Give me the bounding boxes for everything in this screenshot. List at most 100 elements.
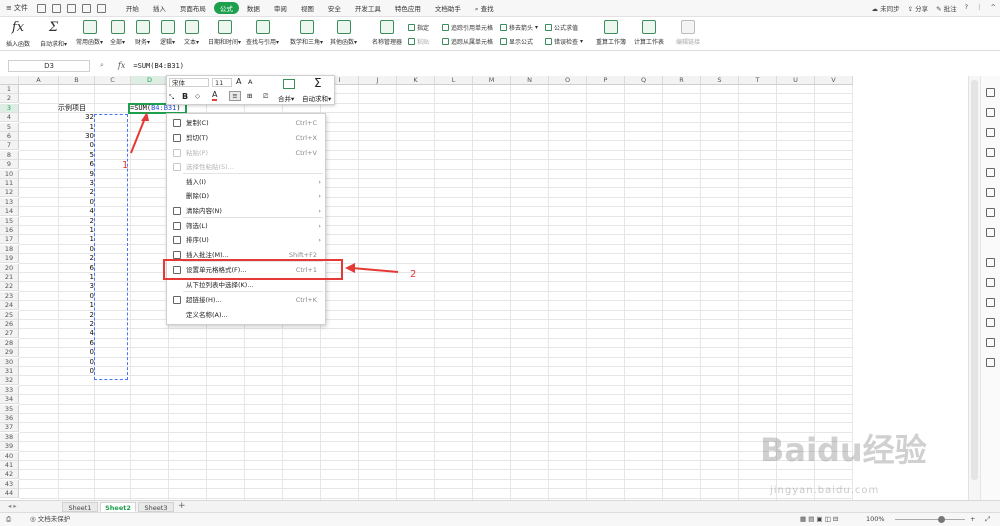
trace-precedents-button[interactable]: 追踪引用单元格 [442,23,493,32]
column-header[interactable]: T [739,76,777,85]
select-tool-icon[interactable] [986,88,995,97]
column-header[interactable]: V [815,76,853,85]
cell-value[interactable]: 1 [58,226,94,235]
cell-value[interactable]: 0 [58,367,94,376]
column-header[interactable]: A [19,76,59,85]
cell-value[interactable]: 3 [58,282,94,291]
menu-item-pick-from-list[interactable]: 从下拉列表中选择(K)... [167,278,325,292]
tab-page-layout[interactable]: 页面布局 [174,2,212,14]
cell-value[interactable]: 9 [58,170,94,179]
menu-item-copy[interactable]: 复制(C) Ctrl+C [167,116,325,130]
column-header[interactable]: S [701,76,739,85]
fullscreen-icon[interactable]: ⤢ [985,513,990,526]
view-mode-icons[interactable]: ▦ ▤ ▣ ◫ ⊟ [800,513,838,526]
row-header[interactable]: 41 [0,461,19,470]
menu-item-hyperlink[interactable]: 超链接(H)... Ctrl+K [167,293,325,307]
vertical-scrollbar[interactable] [968,76,980,500]
mini-autosum-button[interactable]: 自动求和▾ [302,93,331,103]
increase-font-icon[interactable]: A [236,77,241,86]
tab-developer[interactable]: 开发工具 [349,2,387,14]
menu-item-cut[interactable]: 剪切(T) Ctrl+X [167,131,325,145]
status-doc-icon[interactable]: ⎙ [6,513,11,526]
cell-value[interactable]: 32 [58,113,94,122]
cell-value[interactable]: 6 [58,160,94,169]
row-header[interactable]: 16 [0,226,19,235]
row-header[interactable]: 40 [0,451,19,461]
row-header[interactable]: 14 [0,207,19,217]
column-header[interactable]: N [511,76,549,85]
row-header[interactable]: 25 [0,310,19,320]
row-header[interactable]: 4 [0,113,19,123]
zoom-slider[interactable] [895,519,965,520]
specify-button[interactable]: 指定 [408,23,429,32]
cell-header-label[interactable]: 示例项目 [58,104,86,113]
lookup-button[interactable]: 查找与引用▾ [246,20,279,46]
cell-value[interactable]: 1 [58,301,94,310]
datetime-button[interactable]: 日期和时间▾ [208,20,241,46]
formula-eval-button[interactable]: 公式求值 [545,23,578,32]
row-header[interactable]: 37 [0,423,19,433]
tab-data[interactable]: 数据 [241,2,266,14]
shape-icon[interactable] [986,168,995,177]
row-header[interactable]: 13 [0,197,19,207]
align-icon[interactable]: ≡ [229,91,241,101]
cell-value[interactable]: 3 [58,179,94,188]
cell-value[interactable]: 0 [58,358,94,367]
print-icon[interactable] [51,3,61,13]
cell-value[interactable]: 1 [58,123,94,132]
row-header[interactable]: 6 [0,132,19,141]
calc-sheet-button[interactable]: 计算工作表 [634,20,664,46]
row-header[interactable]: 26 [0,320,19,329]
all-functions-button[interactable]: 全部▾ [110,20,125,46]
column-header[interactable]: R [663,76,701,85]
annotate-button[interactable]: ✎ 批注 [936,3,957,13]
row-header[interactable]: 30 [0,357,19,367]
show-formula-button[interactable]: 显示公式 [500,37,533,46]
cell-value[interactable]: 0 [58,141,94,150]
border-icon[interactable]: ⊞ [247,92,252,100]
column-header[interactable]: K [397,76,435,85]
math-button[interactable]: 数学和三角▾ [290,20,323,46]
merge-button[interactable]: 合并▾ [278,93,294,103]
autosum-button[interactable]: Σ 自动求和▾ [40,20,67,48]
fill-color-icon[interactable]: ◇ [195,92,200,100]
other-functions-button[interactable]: 其他函数▾ [330,20,357,46]
row-header[interactable]: 17 [0,235,19,245]
bold-icon[interactable]: B [182,92,188,101]
share-button[interactable]: ⇪ 分享 [908,3,929,13]
table-icon[interactable] [986,148,995,157]
recalc-workbook-button[interactable]: 重算工作簿 [596,20,626,46]
zoom-in-icon[interactable]: + [970,513,975,526]
row-header[interactable]: 29 [0,348,19,358]
help-panel-icon[interactable] [986,358,995,367]
tab-features[interactable]: 特色应用 [389,2,427,14]
row-header[interactable]: 39 [0,442,19,452]
row-header[interactable]: 21 [0,273,19,282]
collapse-icon[interactable]: ^ [991,3,996,13]
row-header[interactable]: 43 [0,479,19,489]
remove-arrows-button[interactable]: 移去箭头 ▾ [500,23,538,32]
font-color-icon[interactable]: A [212,91,218,101]
sync-status[interactable]: ☁ 未同步 [871,3,899,13]
row-header[interactable]: 2 [0,94,19,104]
column-header[interactable]: B [59,76,95,85]
scroll-thumb[interactable] [971,80,978,480]
row-header[interactable]: 9 [0,160,19,170]
cell-value[interactable]: 2 [58,254,94,263]
grid-panel-icon[interactable] [986,318,995,327]
chart-icon[interactable] [986,208,995,217]
row-header[interactable]: 27 [0,329,19,339]
menu-item-sort[interactable]: 排序(U) › [167,233,325,247]
row-header[interactable]: 35 [0,404,19,414]
tab-review[interactable]: 审阅 [268,2,293,14]
row-header[interactable]: 11 [0,179,19,188]
tab-view[interactable]: 视图 [295,2,320,14]
row-header[interactable]: 1 [0,85,19,94]
error-check-button[interactable]: 错误检查 ▾ [545,37,583,46]
add-sheet-button[interactable]: + [178,501,186,511]
row-header[interactable]: 12 [0,188,19,198]
menu-item-clear-contents[interactable]: 清除内容(N) › [167,204,325,218]
cell-value[interactable]: 0 [58,245,94,254]
sheet-tab-3[interactable]: Sheet3 [138,502,174,512]
row-header[interactable]: 38 [0,432,19,442]
